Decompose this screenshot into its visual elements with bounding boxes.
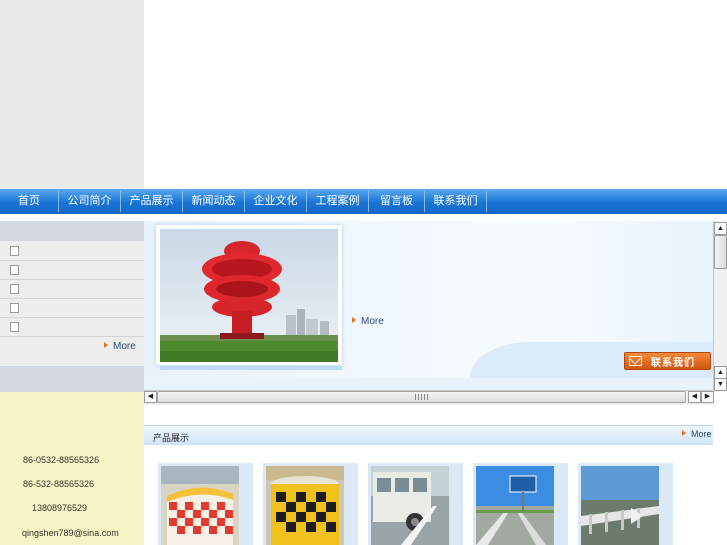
product-card[interactable] bbox=[158, 463, 253, 545]
nav-item-culture[interactable]: 企业文化 bbox=[245, 189, 306, 214]
product-image-road-bus bbox=[371, 466, 449, 545]
nav-item-about[interactable]: 公司简介 bbox=[59, 189, 120, 214]
product-card[interactable] bbox=[578, 463, 673, 545]
sidebar-item[interactable] bbox=[0, 241, 144, 261]
grip-icon bbox=[415, 394, 429, 400]
contact-us-button[interactable]: 联系我们 bbox=[624, 352, 711, 370]
left-top-panel bbox=[0, 0, 144, 189]
product-card[interactable] bbox=[473, 463, 568, 545]
nav-separator bbox=[486, 191, 487, 212]
contact-panel: 86-0532-88565326 86-532-88565326 1380897… bbox=[0, 392, 144, 545]
mail-icon bbox=[629, 356, 642, 366]
checkbox-icon bbox=[10, 284, 19, 294]
contact-mobile: 13808976529 bbox=[32, 503, 88, 513]
arrow-right-icon bbox=[104, 342, 108, 348]
contact-email[interactable]: qingshen789@sina.com bbox=[22, 528, 119, 538]
sidebar-item[interactable] bbox=[0, 317, 144, 337]
main-nav: 首页 公司简介 产品展示 新闻动态 企业文化 工程案例 留言板 联系我们 bbox=[0, 189, 727, 214]
scroll-right-button[interactable]: ▶ bbox=[701, 391, 714, 403]
checkbox-icon bbox=[10, 322, 19, 332]
scroll-left-button[interactable]: ◀ bbox=[144, 391, 157, 403]
product-image-highway-sign bbox=[476, 466, 554, 545]
checkbox-icon bbox=[10, 265, 19, 275]
scroll-down-button[interactable]: ▼ bbox=[714, 378, 727, 391]
feature-photo-sculpture[interactable] bbox=[160, 229, 338, 362]
contact-phone-2: 86-532-88565326 bbox=[23, 479, 95, 489]
product-image-barrier-red bbox=[161, 466, 239, 545]
feature-more-link[interactable]: More bbox=[352, 316, 384, 327]
nav-item-products[interactable]: 产品展示 bbox=[121, 189, 182, 214]
sidebar-more-link[interactable]: More bbox=[104, 341, 144, 355]
contact-us-label: 联系我们 bbox=[651, 358, 695, 369]
arrow-right-icon bbox=[352, 317, 356, 323]
nav-item-home[interactable]: 首页 bbox=[0, 189, 58, 214]
nav-item-cases[interactable]: 工程案例 bbox=[307, 189, 368, 214]
contact-phone-1: 86-0532-88565326 bbox=[23, 455, 100, 465]
products-more-label: More bbox=[691, 429, 712, 439]
sidebar-item[interactable] bbox=[0, 260, 144, 280]
product-card[interactable] bbox=[263, 463, 358, 545]
sidebar-item[interactable] bbox=[0, 298, 144, 318]
horizontal-scroll-thumb[interactable] bbox=[157, 391, 686, 403]
product-card[interactable] bbox=[368, 463, 463, 545]
checkbox-icon bbox=[10, 303, 19, 313]
products-title: 产品展示 bbox=[153, 433, 190, 443]
photo-shadow bbox=[160, 366, 342, 370]
checkbox-icon bbox=[10, 246, 19, 256]
sidebar-header bbox=[0, 221, 144, 241]
nav-item-guestbook[interactable]: 留言板 bbox=[369, 189, 424, 214]
sidebar-item[interactable] bbox=[0, 279, 144, 299]
feature-more-label: More bbox=[361, 316, 384, 327]
scroll-up-button[interactable]: ▲ bbox=[714, 222, 727, 235]
products-header-bar bbox=[144, 425, 713, 445]
products-more-link[interactable]: More bbox=[682, 429, 712, 439]
product-image-barrier-black-yellow bbox=[266, 466, 344, 545]
vertical-scroll-thumb[interactable] bbox=[714, 235, 727, 269]
nav-item-news[interactable]: 新闻动态 bbox=[183, 189, 244, 214]
product-image-guardrail bbox=[581, 466, 659, 545]
sidebar-footer bbox=[0, 366, 144, 392]
feature-frame-bottom bbox=[144, 378, 713, 390]
sidebar-more-label: More bbox=[113, 341, 136, 352]
arrow-right-icon bbox=[682, 430, 686, 436]
nav-item-contact[interactable]: 联系我们 bbox=[425, 189, 486, 214]
scroll-left-small-button[interactable]: ◀ bbox=[688, 391, 701, 403]
